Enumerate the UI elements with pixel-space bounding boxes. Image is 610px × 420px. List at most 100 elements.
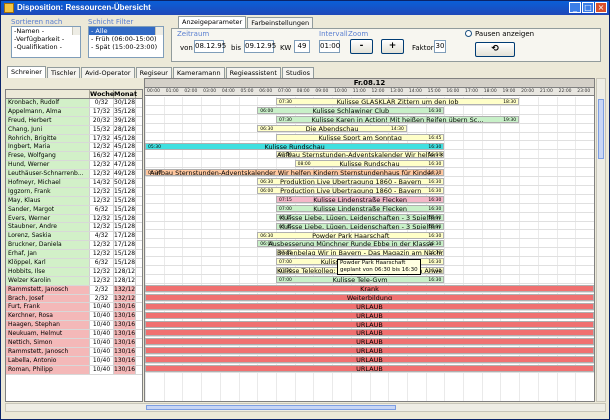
title-bar[interactable]: Disposition: Ressourcen-Übersicht _ □ × bbox=[1, 1, 609, 15]
to-date-field[interactable]: 09.12.95 bbox=[244, 40, 276, 53]
close-icon[interactable]: × bbox=[595, 2, 607, 13]
table-row[interactable]: Haagen, Stephan10/40130/160 bbox=[6, 321, 142, 331]
department-tab[interactable]: Regiseur bbox=[135, 67, 172, 78]
table-row[interactable]: Ingbert, Maria 12/32 45/128 bbox=[6, 143, 142, 153]
zoom-out-button[interactable]: - bbox=[350, 39, 373, 54]
table-row[interactable]: Brach, Josef2/32132/128 bbox=[6, 294, 142, 304]
sort-option[interactable]: -Verfügbarkeit - bbox=[12, 35, 80, 43]
task-bar[interactable]: 07:15 Bodenbelag Wir in Bayern - Das Maga… bbox=[275, 249, 445, 257]
task-bar[interactable]: Krank bbox=[145, 284, 594, 292]
shift-option[interactable]: - Spät (15:00-23:00) bbox=[89, 43, 163, 51]
sort-option[interactable]: -Qualifikation - bbox=[12, 43, 80, 51]
maximize-icon[interactable]: □ bbox=[582, 2, 594, 13]
table-row[interactable]: Hofmeyr, Michael 14/32 50/128 bbox=[6, 179, 142, 188]
task-bar[interactable]: 05:30 Kulisse Rundschau 16:30 bbox=[145, 142, 445, 150]
task-bar[interactable]: 06:30 Powder Park Haarschaft 16:30 bbox=[257, 231, 445, 239]
shift-option[interactable]: - Früh (06:00-15:00) bbox=[89, 35, 163, 43]
task-bar[interactable]: 07:45 Kulisse Liebe, Lügen, Leidenschafte… bbox=[275, 222, 445, 230]
pause-radio[interactable] bbox=[465, 30, 472, 37]
table-row[interactable]: Leuthäuser-Schnarrenb... 12/32 49/128 bbox=[6, 170, 142, 180]
task-bar[interactable]: URLAUB bbox=[145, 338, 594, 346]
table-row[interactable]: Klöppel, Karl 6/32 15/128 bbox=[6, 259, 142, 268]
factor-field[interactable]: 30 bbox=[434, 40, 446, 53]
task-bar[interactable]: 07:00 Kulisse Lindenstraße Flecken 16:30 bbox=[275, 204, 445, 212]
table-row[interactable]: Furt, Frank10/40130/160 bbox=[6, 303, 142, 313]
sort-scrollbar[interactable] bbox=[72, 27, 80, 35]
table-row[interactable]: Hobbits, Ilse12/32128/128 bbox=[6, 267, 142, 277]
table-row[interactable]: Welzer Karolin12/32128/128 bbox=[6, 276, 142, 286]
table-row[interactable]: Iggzorn, Frank 12/32 15/128 bbox=[6, 187, 142, 197]
table-row[interactable]: Freud, Herbert 20/32 39/128 bbox=[6, 116, 142, 126]
week-hours: 12/32 bbox=[90, 161, 114, 170]
department-tab[interactable]: Studios bbox=[281, 67, 314, 78]
table-row[interactable]: Sander, Margot 6/32 15/128 bbox=[6, 205, 142, 215]
vertical-scroll-thumb[interactable] bbox=[598, 99, 604, 159]
horizontal-scrollbar[interactable] bbox=[5, 403, 606, 412]
from-date-field[interactable]: 08.12.95 bbox=[194, 40, 226, 53]
vertical-scrollbar[interactable] bbox=[596, 78, 606, 402]
table-row[interactable]: Bruckner, Daniela 12/32 17/128 bbox=[6, 241, 142, 251]
task-bar[interactable]: 07:30 Kulisse GLASKLAR Zittern um den Job… bbox=[275, 98, 520, 105]
task-bar[interactable]: 05:30 Aufbau Sternstunden-Adventskalender… bbox=[145, 169, 445, 177]
table-row[interactable]: Roman, Philipp10/40130/160 bbox=[6, 365, 142, 375]
minimize-icon[interactable]: _ bbox=[569, 2, 581, 13]
task-bar[interactable]: Weiterbildung bbox=[145, 293, 594, 301]
department-tab[interactable]: Regieassistent bbox=[225, 67, 281, 78]
task-bar[interactable]: 07:15 Kulisse Lindenstraße Flecken 16:30 bbox=[275, 195, 445, 203]
task-bar[interactable]: 06:00 Kulisse Schlawiner Club 16:30 bbox=[257, 106, 445, 114]
table-row[interactable]: Evers, Werner 12/32 15/128 bbox=[6, 214, 142, 224]
task-bar[interactable]: URLAUB bbox=[145, 311, 594, 319]
task-bar[interactable]: URLAUB bbox=[145, 329, 594, 337]
table-row[interactable]: Rohrich, Brigitte 17/32 45/128 bbox=[6, 134, 142, 144]
task-bar[interactable]: 06:30 Produktion Live Übertragung 1860 - … bbox=[257, 178, 445, 186]
task-bar[interactable]: 08:00 Kulisse Rundschau 16:30 bbox=[294, 160, 445, 168]
task-bar[interactable]: 07:30 Aufbau Sternstunden-Adventskalender… bbox=[275, 151, 445, 159]
table-row[interactable]: Labella, Antonio10/40130/160 bbox=[6, 356, 142, 366]
settings-tab[interactable]: Anzeigeparameter bbox=[178, 16, 247, 28]
shift-option[interactable]: - Alle bbox=[89, 27, 163, 35]
table-row[interactable]: Erhaf, Jan 12/32 15/128 bbox=[6, 250, 142, 260]
task-bar[interactable]: 07:00 Kulisse Tele-Gym 16:30 bbox=[275, 276, 445, 283]
department-tab[interactable]: Schreiner bbox=[7, 66, 46, 78]
department-tab[interactable]: Avid-Operator bbox=[81, 67, 135, 78]
table-row[interactable]: Rammstett, Janosch10/40130/160 bbox=[6, 347, 142, 357]
shift-scrollbar[interactable] bbox=[155, 27, 163, 35]
table-row[interactable]: Frese, Wolfgang 16/32 47/128 bbox=[6, 152, 142, 162]
task-bar[interactable]: 07:15 Kulisse Liebe, Lügen, Leidenschafte… bbox=[275, 213, 445, 221]
resource-name: Haagen, Stephan bbox=[6, 321, 90, 330]
refresh-button[interactable]: ⟲ bbox=[475, 42, 515, 57]
task-bar[interactable]: 06:30 Die Abendschau 14:30 bbox=[257, 124, 407, 132]
table-row[interactable]: Appelmann, Alma 17/32 35/128 bbox=[6, 107, 142, 117]
task-bar[interactable]: Kulisse Sport am Sonntag 16:45 bbox=[275, 133, 445, 141]
interval-field[interactable]: 01:00 bbox=[319, 40, 340, 53]
shift-filter-listbox[interactable]: - Alle - Früh (06:00-15:00) - Spät (15:00-… bbox=[88, 26, 164, 58]
table-row[interactable]: May, Klaus 12/32 15/128 bbox=[6, 196, 142, 206]
kw-field[interactable]: 49 bbox=[294, 40, 310, 53]
table-row[interactable]: Chang, Juni 15/32 28/128 bbox=[6, 125, 142, 135]
task-bar[interactable]: URLAUB bbox=[145, 302, 594, 310]
task-bar[interactable]: 07:30 Kulisse Karen in Action! Mit heißen… bbox=[275, 115, 520, 123]
table-row[interactable]: Hund, Werner 12/32 47/128 bbox=[6, 161, 142, 171]
task-bar[interactable]: URLAUB bbox=[145, 365, 594, 372]
table-row[interactable]: Kronbach, Rudolf 0/32 30/128 bbox=[6, 99, 142, 108]
task-bar[interactable]: URLAUB bbox=[145, 356, 594, 364]
month-header[interactable]: Monat bbox=[114, 90, 137, 98]
zoom-in-button[interactable]: + bbox=[381, 39, 404, 54]
horizontal-scroll-thumb[interactable] bbox=[146, 405, 396, 410]
sort-option[interactable]: -Namen - bbox=[12, 27, 80, 35]
department-tab[interactable]: Tischler bbox=[46, 67, 81, 78]
settings-tab[interactable]: Farbeinstellungen bbox=[247, 17, 314, 28]
task-bar[interactable]: URLAUB bbox=[145, 347, 594, 355]
table-row[interactable]: Lorenz, Saskia 4/32 17/128 bbox=[6, 232, 142, 242]
department-tab[interactable]: Kameramann bbox=[172, 67, 225, 78]
sort-listbox[interactable]: -Namen - -Verfügbarkeit - -Qualifikation - bbox=[11, 26, 81, 58]
table-row[interactable]: Neukuam, Helmut10/40130/160 bbox=[6, 330, 142, 340]
table-row[interactable]: Staubner, Andre 12/32 15/128 bbox=[6, 223, 142, 233]
table-row[interactable]: Nettich, Simon10/40130/160 bbox=[6, 339, 142, 348]
week-header[interactable]: Woche bbox=[90, 90, 114, 98]
table-row[interactable]: Rammstett, Janosch2/32132/128 bbox=[6, 285, 142, 295]
task-bar[interactable]: URLAUB bbox=[145, 320, 594, 328]
task-bar[interactable]: 06:00 Production Live Übertragung 1860 - … bbox=[257, 187, 445, 194]
task-bar[interactable]: 06:00 Ausbesserung Münchner Runde Ebbe in… bbox=[257, 240, 445, 248]
table-row[interactable]: Kerchner, Rosa10/40130/160 bbox=[6, 312, 142, 322]
